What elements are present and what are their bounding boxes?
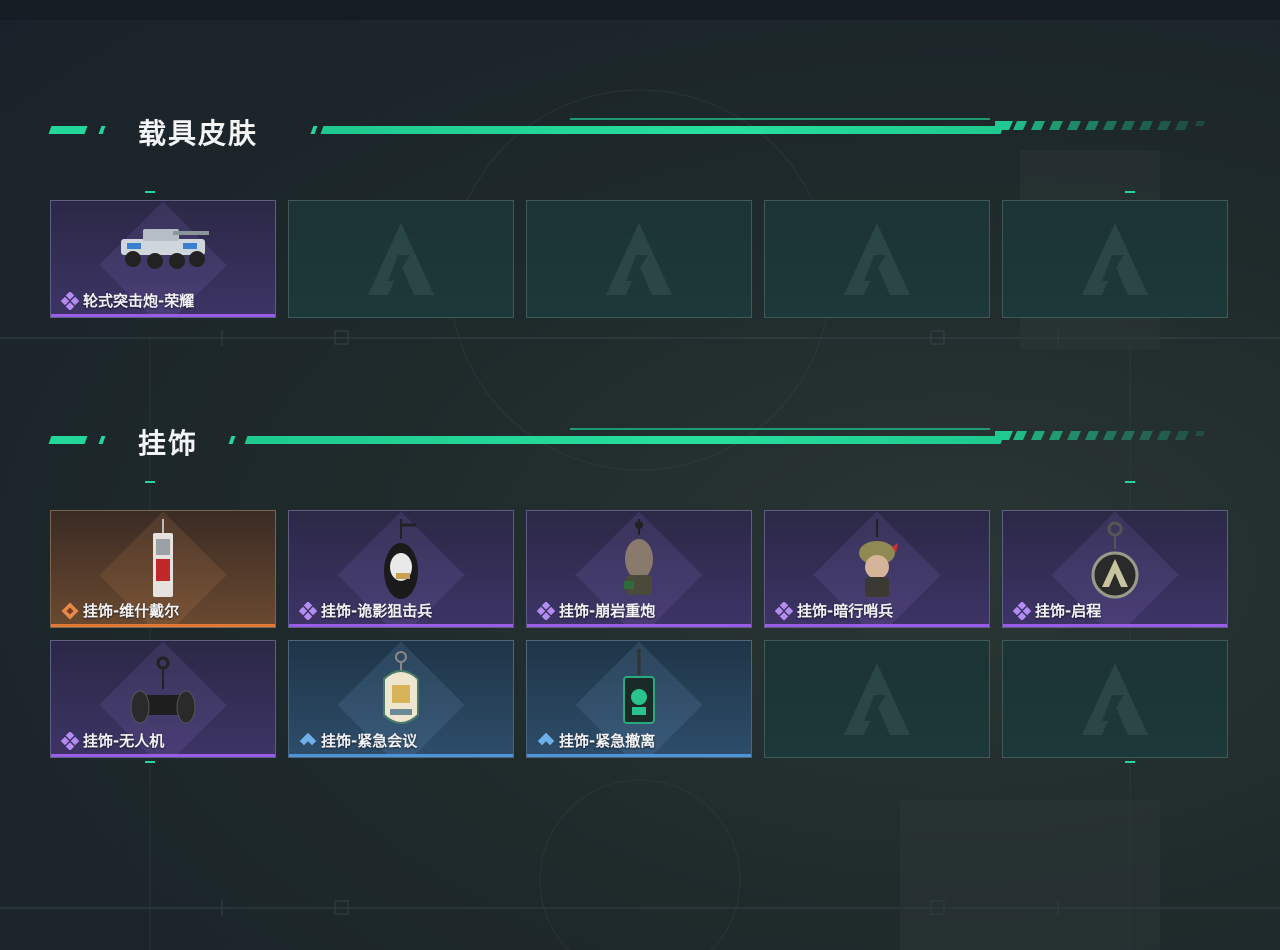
charm-drone-icon bbox=[130, 656, 196, 724]
empty-slot bbox=[764, 640, 990, 758]
item-label: 挂饰-紧急撤离 bbox=[537, 730, 655, 751]
item-name: 挂饰-紧急会议 bbox=[321, 732, 418, 750]
rarity-diamond-icon bbox=[537, 732, 555, 745]
empty-slot bbox=[288, 200, 514, 318]
item-name: 轮式突击炮-荣耀 bbox=[83, 292, 195, 310]
header-accent-dash bbox=[98, 436, 106, 444]
charm-medallion-icon bbox=[1091, 521, 1139, 599]
empty-slot-logo-icon bbox=[1082, 663, 1148, 737]
rarity-strip bbox=[527, 754, 751, 757]
item-card-charm[interactable]: 挂饰-启程 bbox=[1002, 510, 1228, 628]
item-card-charm[interactable]: 挂饰-崩岩重炮 bbox=[526, 510, 752, 628]
header-accent-dash bbox=[310, 126, 318, 134]
charm-sentry-icon bbox=[859, 519, 898, 597]
item-card-charm[interactable]: 挂饰-无人机 bbox=[50, 640, 276, 758]
empty-slot bbox=[764, 200, 990, 318]
rarity-diamond-icon bbox=[61, 731, 79, 750]
header-thin-line bbox=[570, 118, 990, 120]
rarity-diamond-icon bbox=[61, 602, 79, 619]
rarity-diamond-icon bbox=[299, 732, 317, 745]
empty-slot bbox=[1002, 640, 1228, 758]
rarity-strip bbox=[1003, 624, 1227, 627]
rarity-strip bbox=[527, 624, 751, 627]
empty-slot-logo-icon bbox=[844, 223, 910, 297]
empty-slot bbox=[526, 200, 752, 318]
charm-card-icon bbox=[153, 519, 173, 597]
corner-tick bbox=[1125, 191, 1135, 193]
item-name: 挂饰-无人机 bbox=[83, 732, 165, 750]
rarity-strip bbox=[51, 314, 275, 317]
item-label: 挂饰-无人机 bbox=[61, 730, 164, 751]
section-header-charms: 挂饰 bbox=[48, 420, 1210, 460]
charm-heavy-gunner-icon bbox=[624, 519, 653, 595]
item-label: 挂饰-启程 bbox=[1013, 600, 1101, 621]
rarity-strip bbox=[51, 754, 275, 757]
item-card-charm[interactable]: 挂饰-紧急撤离 bbox=[526, 640, 752, 758]
empty-slot bbox=[1002, 200, 1228, 318]
header-accent-line bbox=[244, 436, 1004, 444]
section-title: 挂饰 bbox=[138, 427, 199, 460]
charm-badge-icon bbox=[383, 651, 419, 724]
rarity-diamond-icon bbox=[299, 601, 317, 620]
charm-tag-icon bbox=[623, 649, 655, 724]
corner-tick bbox=[145, 481, 155, 483]
item-card-charm[interactable]: 挂饰-暗行哨兵 bbox=[764, 510, 990, 628]
item-card-charm[interactable]: 挂饰-维什戴尔 bbox=[50, 510, 276, 628]
empty-slot-logo-icon bbox=[368, 223, 434, 297]
corner-tick bbox=[145, 191, 155, 193]
header-thin-line bbox=[570, 428, 990, 430]
corner-tick bbox=[1125, 481, 1135, 483]
rarity-diamond-icon bbox=[775, 601, 793, 620]
header-checker-pattern bbox=[995, 121, 1205, 130]
item-card-vehicle-skin[interactable]: 轮式突击炮-荣耀 bbox=[50, 200, 276, 318]
item-label: 挂饰-暗行哨兵 bbox=[775, 600, 893, 621]
empty-slot-logo-icon bbox=[1082, 223, 1148, 297]
rarity-diamond-icon bbox=[537, 601, 555, 620]
item-name: 挂饰-崩岩重炮 bbox=[559, 602, 656, 620]
item-name: 挂饰-暗行哨兵 bbox=[797, 602, 894, 620]
item-name: 挂饰-紧急撤离 bbox=[559, 732, 656, 750]
corner-tick bbox=[145, 761, 155, 763]
header-accent-dash bbox=[48, 436, 88, 444]
item-label: 挂饰-诡影狙击兵 bbox=[299, 600, 432, 621]
charm-sniper-icon bbox=[384, 519, 418, 599]
rarity-strip bbox=[289, 754, 513, 757]
header-checker-pattern bbox=[995, 431, 1205, 440]
item-label: 轮式突击炮-荣耀 bbox=[61, 290, 194, 311]
section-header-vehicle-skins: 载具皮肤 bbox=[48, 110, 1210, 150]
rarity-strip bbox=[765, 624, 989, 627]
item-name: 挂饰-诡影狙击兵 bbox=[321, 602, 433, 620]
item-card-charm[interactable]: 挂饰-诡影狙击兵 bbox=[288, 510, 514, 628]
header-accent-dash bbox=[48, 126, 88, 134]
rarity-strip bbox=[51, 624, 275, 627]
rarity-diamond-icon bbox=[1013, 601, 1031, 620]
empty-slot-logo-icon bbox=[844, 663, 910, 737]
item-label: 挂饰-维什戴尔 bbox=[61, 600, 179, 621]
item-name: 挂饰-启程 bbox=[1035, 602, 1102, 620]
empty-slot-logo-icon bbox=[606, 223, 672, 297]
header-accent-dash bbox=[98, 126, 106, 134]
header-accent-dash bbox=[228, 436, 236, 444]
item-card-charm[interactable]: 挂饰-紧急会议 bbox=[288, 640, 514, 758]
header-accent-line bbox=[320, 126, 1004, 134]
item-name: 挂饰-维什戴尔 bbox=[83, 602, 180, 620]
corner-tick bbox=[1125, 761, 1135, 763]
section-title: 载具皮肤 bbox=[138, 117, 259, 150]
rarity-diamond-icon bbox=[61, 291, 79, 310]
armored-vehicle-icon bbox=[121, 229, 209, 269]
item-label: 挂饰-崩岩重炮 bbox=[537, 600, 655, 621]
rarity-strip bbox=[289, 624, 513, 627]
item-label: 挂饰-紧急会议 bbox=[299, 730, 417, 751]
